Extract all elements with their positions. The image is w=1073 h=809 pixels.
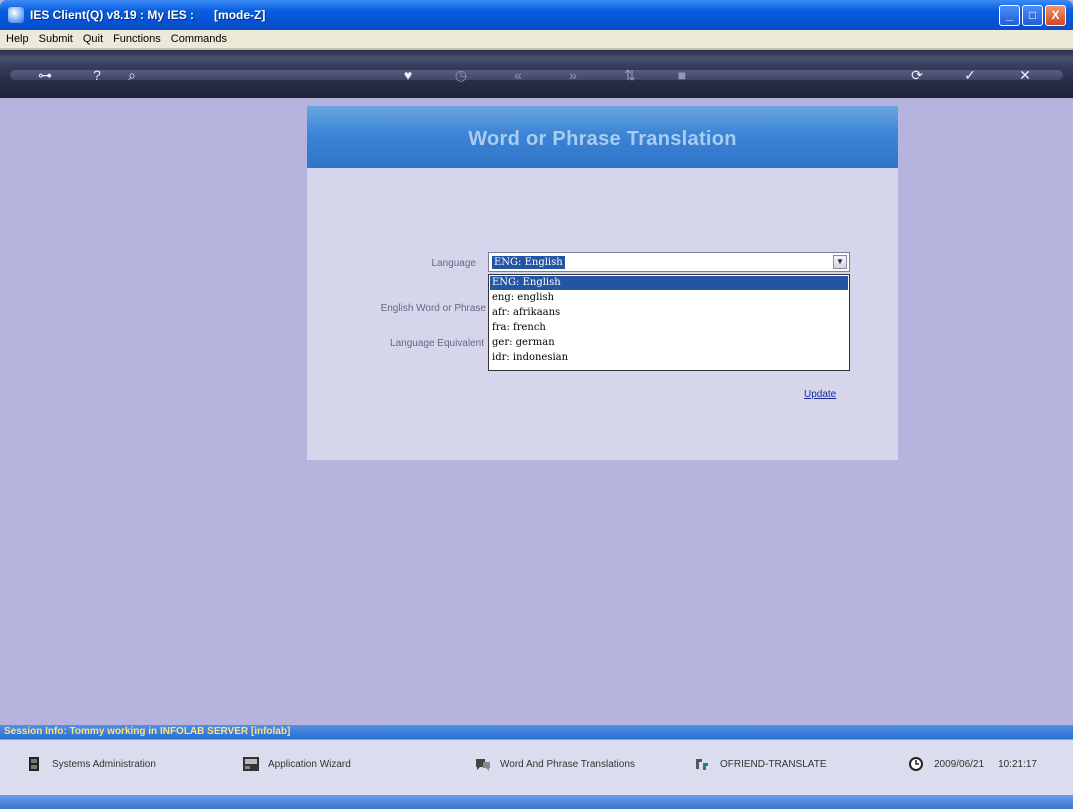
date-time-item: 2009/06/21 10:21:17 — [908, 756, 1037, 772]
module-icon — [694, 756, 712, 772]
dropdown-option[interactable]: eng: english — [490, 291, 848, 305]
help-icon[interactable]: ? — [86, 64, 108, 86]
session-info-text: Session Info: Tommy working in INFOLAB S… — [4, 726, 291, 737]
ofriend-translate-label: OFRIEND-TRANSLATE — [720, 758, 827, 770]
language-label: Language — [431, 258, 477, 269]
status-date: 2009/06/21 — [934, 758, 985, 770]
translation-dialog: Word or Phrase Translation Language Engl… — [307, 106, 898, 460]
bottom-strip — [0, 795, 1073, 809]
stop-icon[interactable]: ■ — [671, 64, 693, 86]
dropdown-option[interactable]: fra: french — [490, 321, 848, 335]
title-bar: IES Client(Q) v8.19 : My IES : [mode-Z] … — [0, 0, 1073, 30]
wizard-icon — [242, 756, 260, 772]
key-icon[interactable]: ⊶ — [34, 64, 56, 86]
menu-functions[interactable]: Functions — [113, 33, 161, 45]
app-logo-icon — [8, 7, 24, 23]
minimize-button[interactable]: _ — [999, 5, 1020, 26]
status-bar: Systems Administration Application Wizar… — [0, 739, 1073, 795]
systems-administration-label: Systems Administration — [52, 758, 156, 770]
word-phrase-translations-label: Word And Phrase Translations — [500, 758, 635, 770]
status-time: 10:21:17 — [998, 758, 1037, 770]
language-select[interactable]: ENG: English ▼ — [488, 252, 850, 272]
menu-quit[interactable]: Quit — [83, 33, 103, 45]
menu-submit[interactable]: Submit — [39, 33, 73, 45]
dropdown-option[interactable]: ENG: English — [490, 276, 848, 290]
sort-icon[interactable]: ⇅ — [619, 64, 641, 86]
heart-icon[interactable]: ♥ — [397, 64, 419, 86]
word-phrase-translations-item[interactable]: Word And Phrase Translations — [474, 756, 635, 772]
menu-bar: Help Submit Quit Functions Commands — [0, 30, 1073, 49]
dialog-title: Word or Phrase Translation — [468, 128, 737, 150]
close-icon[interactable]: ✕ — [1014, 64, 1036, 86]
menu-commands[interactable]: Commands — [171, 33, 227, 45]
systems-administration-item[interactable]: Systems Administration — [26, 756, 156, 772]
application-wizard-item[interactable]: Application Wizard — [242, 756, 351, 772]
maximize-button[interactable]: □ — [1022, 5, 1043, 26]
language-equivalent-label: Language Equivalent — [390, 338, 484, 349]
session-info-bar: Session Info: Tommy working in INFOLAB S… — [0, 725, 1073, 739]
chevron-down-icon[interactable]: ▼ — [833, 255, 847, 269]
clock-icon[interactable]: ◷ — [450, 64, 472, 86]
cabinet-icon — [26, 756, 44, 772]
ofriend-translate-item[interactable]: OFRIEND-TRANSLATE — [694, 756, 827, 772]
dropdown-option[interactable]: idr: indonesian — [490, 351, 848, 365]
search-icon[interactable]: ⌕ — [121, 64, 143, 86]
window-title: IES Client(Q) v8.19 : My IES : [mode-Z] — [30, 8, 266, 22]
close-window-button[interactable]: X — [1045, 5, 1066, 26]
menu-help[interactable]: Help — [6, 33, 29, 45]
english-word-label: English Word or Phrase — [380, 303, 486, 314]
toolbar: ⊶ ? ⌕ ♥ ◷ « » ⇅ ■ ⟳ ✓ ✕ — [0, 50, 1073, 98]
dialog-header: Word or Phrase Translation — [307, 106, 898, 168]
rewind-icon[interactable]: « — [507, 64, 529, 86]
clock-icon — [908, 756, 926, 772]
application-wizard-label: Application Wizard — [268, 758, 351, 770]
forward-icon[interactable]: » — [562, 64, 584, 86]
language-select-value: ENG: English — [492, 256, 565, 269]
translate-icon — [474, 756, 492, 772]
dropdown-option[interactable]: ger: german — [490, 336, 848, 350]
refresh-icon[interactable]: ⟳ — [906, 64, 928, 86]
check-icon[interactable]: ✓ — [959, 64, 981, 86]
language-dropdown-list[interactable]: ENG: English eng: english afr: afrikaans… — [488, 274, 850, 371]
update-link[interactable]: Update — [804, 389, 836, 400]
dropdown-option[interactable]: afr: afrikaans — [490, 306, 848, 320]
